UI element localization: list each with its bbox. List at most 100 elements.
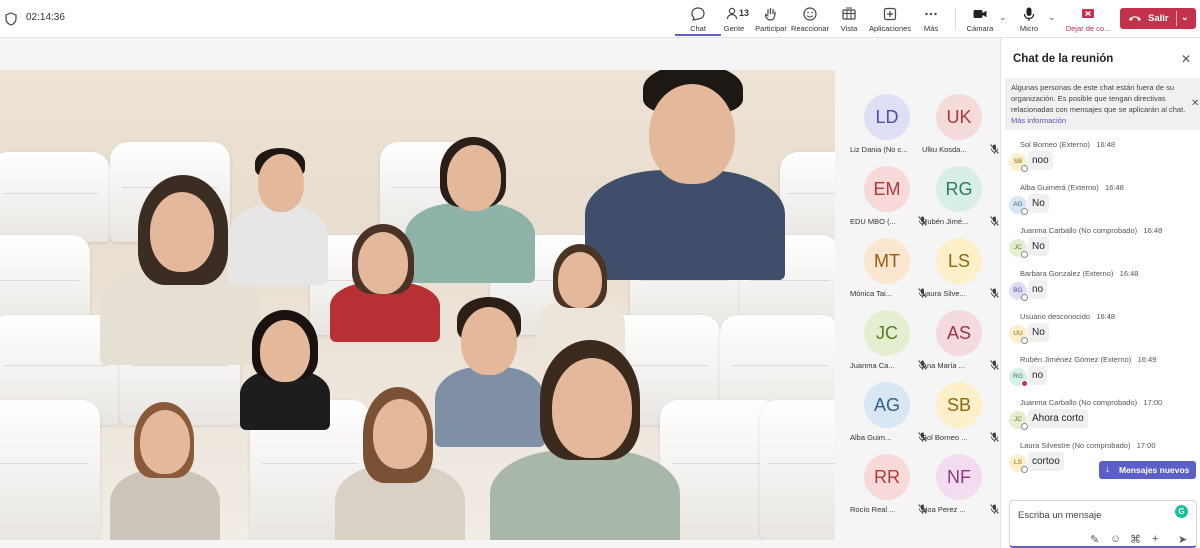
mic-icon bbox=[1023, 7, 1035, 21]
message-bubble[interactable]: cortoo bbox=[1028, 452, 1064, 471]
message-time: 16:48 bbox=[1096, 312, 1116, 321]
message-bubble[interactable]: No bbox=[1028, 237, 1049, 256]
message-bubble[interactable]: No bbox=[1028, 194, 1049, 213]
message-time: 16:48 bbox=[1096, 140, 1116, 149]
chat-icon bbox=[691, 7, 705, 21]
message-bubble[interactable]: No bbox=[1028, 323, 1049, 342]
chat-message: Usuario desconocido 16:48 UU No bbox=[1009, 312, 1195, 354]
toolbar-divider bbox=[955, 8, 956, 30]
chat-message: Sol Borneo (Externo) 16:48 SB noo bbox=[1009, 140, 1195, 182]
chat-message: Barbara Gonzalez (Externo) 16:48 BG no bbox=[1009, 269, 1195, 311]
participant-tile[interactable]: AS Ana María ... bbox=[922, 294, 999, 370]
message-bubble[interactable]: Ahora corto bbox=[1028, 409, 1088, 428]
participant-name: Noa Perez ... bbox=[922, 505, 966, 514]
gif-icon[interactable]: ⌘ bbox=[1130, 533, 1141, 546]
presence-away-icon bbox=[1021, 337, 1028, 344]
message-meta: Barbara Gonzalez (Externo) 16:48 bbox=[1020, 269, 1138, 278]
message-author: Laura Silvestre (No comprobado) bbox=[1020, 441, 1131, 450]
presence-away-icon bbox=[1021, 466, 1028, 473]
smiley-icon bbox=[803, 7, 817, 21]
message-meta: Juanma Carballo (No comprobado) 16:48 bbox=[1020, 226, 1162, 235]
view-button[interactable]: Vista bbox=[826, 4, 872, 36]
message-author: Usuario desconocido bbox=[1020, 312, 1091, 321]
stop-share-button[interactable]: Dejar de co... bbox=[1063, 4, 1113, 36]
message-time: 16:48 bbox=[1105, 183, 1124, 192]
message-author: Rubén Jiménez Gómez (Externo) bbox=[1020, 355, 1132, 364]
chat-message: Alba Guimerá (Externo) 16:48 AG No bbox=[1009, 183, 1195, 225]
participant-tile[interactable]: SB Sol Borneo ... bbox=[922, 366, 999, 442]
raise-hand-icon bbox=[764, 7, 776, 21]
avatar: LS bbox=[936, 238, 982, 284]
seat bbox=[760, 400, 835, 540]
attach-plus-icon[interactable]: + bbox=[1152, 533, 1158, 545]
message-time: 17:00 bbox=[1136, 441, 1156, 450]
avatar: UK bbox=[936, 94, 982, 140]
message-meta: Rubén Jiménez Gómez (Externo) 16:49 bbox=[1020, 355, 1156, 364]
mic-label: Micro bbox=[1019, 24, 1039, 33]
message-meta: Juanma Carballo (No comprobado) 17:00 bbox=[1020, 398, 1162, 407]
avatar: NF bbox=[936, 454, 982, 500]
leave-button[interactable]: Salir ⌄ bbox=[1120, 8, 1196, 29]
more-label: Más bbox=[923, 24, 939, 33]
emoji-icon[interactable]: ☺ bbox=[1110, 533, 1121, 545]
stop-share-label: Dejar de co... bbox=[1065, 24, 1111, 33]
meeting-toolbar: 02:14:36 Chat 13 Gente Participar Reacci… bbox=[0, 0, 1200, 38]
participant-tile[interactable]: UK Ulku Kosda... bbox=[922, 78, 999, 154]
presence-away-icon bbox=[1021, 423, 1028, 430]
arrow-down-icon: ↓ bbox=[1105, 464, 1110, 475]
message-bubble[interactable]: no bbox=[1028, 280, 1048, 299]
seat bbox=[0, 152, 110, 242]
format-icon[interactable]: ✎ bbox=[1090, 533, 1099, 546]
participant-tile[interactable]: LD Liz Dania (No c... bbox=[850, 78, 926, 154]
participant-tile[interactable]: RR Rocío Real ... bbox=[850, 438, 927, 514]
more-info-link[interactable]: Más información bbox=[1011, 116, 1066, 125]
participant-tile[interactable]: EM EDU MBO (... bbox=[850, 150, 927, 226]
close-icon[interactable]: ✕ bbox=[1181, 52, 1191, 66]
participant-gallery: LD Liz Dania (No c... UK Ulku Kosda... E… bbox=[835, 38, 1000, 548]
participant-tile[interactable]: AG Alba Guim... bbox=[850, 366, 927, 442]
apps-button[interactable]: Aplicaciones bbox=[867, 4, 913, 36]
message-author: Barbara Gonzalez (Externo) bbox=[1020, 269, 1114, 278]
chat-panel-title: Chat de la reunión bbox=[1013, 53, 1114, 65]
presence-away-icon bbox=[1021, 165, 1028, 172]
message-bubble[interactable]: noo bbox=[1028, 151, 1053, 170]
message-meta: Sol Borneo (Externo) 16:48 bbox=[1020, 140, 1115, 149]
more-button[interactable]: Más bbox=[908, 4, 954, 36]
camera-button[interactable]: Cámara bbox=[957, 4, 1003, 36]
leave-options-chevron-icon[interactable]: ⌄ bbox=[1181, 12, 1189, 23]
mic-button[interactable]: Micro bbox=[1006, 4, 1052, 36]
avatar: RG bbox=[936, 166, 982, 212]
plus-square-icon bbox=[883, 7, 897, 21]
avatar: RR bbox=[864, 454, 910, 500]
avatar: JC bbox=[864, 310, 910, 356]
participant-tile[interactable]: JC Juanma Ca... bbox=[850, 294, 927, 370]
participant-tile[interactable]: RG Rubén Jimé... bbox=[922, 150, 999, 226]
view-label: Vista bbox=[840, 24, 858, 33]
participant-tile[interactable]: NF Noa Perez ... bbox=[922, 438, 999, 514]
message-author: Juanma Carballo (No comprobado) bbox=[1020, 226, 1138, 235]
dismiss-notice-close-icon[interactable]: ✕ bbox=[1191, 98, 1199, 109]
presence-away-icon bbox=[1021, 251, 1028, 258]
message-time: 16:48 bbox=[1119, 269, 1139, 278]
message-bubble[interactable]: no bbox=[1028, 366, 1048, 385]
phone-hangup-icon bbox=[1129, 16, 1141, 21]
participant-name: Rocío Real ... bbox=[850, 505, 896, 514]
seat bbox=[780, 152, 835, 242]
chat-message: Rubén Jiménez Gómez (Externo) 16:49 RG n… bbox=[1009, 355, 1195, 397]
notice-text: Algunas personas de este chat están fuer… bbox=[1011, 83, 1186, 114]
view-icon bbox=[842, 7, 856, 20]
new-messages-label: Mensajes nuevos bbox=[1119, 465, 1190, 475]
message-input[interactable] bbox=[1018, 508, 1168, 522]
participant-tile[interactable]: MT Mónica Tai... bbox=[850, 222, 927, 298]
shield-icon bbox=[5, 12, 17, 26]
mic-options-chevron-icon[interactable]: ⌄ bbox=[1048, 12, 1056, 23]
together-mode-video bbox=[0, 70, 835, 540]
presence-busy-icon bbox=[1021, 380, 1028, 387]
chat-message: Juanma Carballo (No comprobado) 17:00 JC… bbox=[1009, 398, 1195, 440]
stop-share-icon bbox=[1082, 9, 1094, 18]
new-messages-button[interactable]: ↓ Mensajes nuevos bbox=[1099, 461, 1196, 479]
participant-tile[interactable]: LS Laura Silve... bbox=[922, 222, 999, 298]
grammarly-icon[interactable]: G bbox=[1175, 505, 1188, 518]
send-icon[interactable]: ➤ bbox=[1178, 533, 1187, 546]
camera-icon bbox=[973, 10, 987, 18]
